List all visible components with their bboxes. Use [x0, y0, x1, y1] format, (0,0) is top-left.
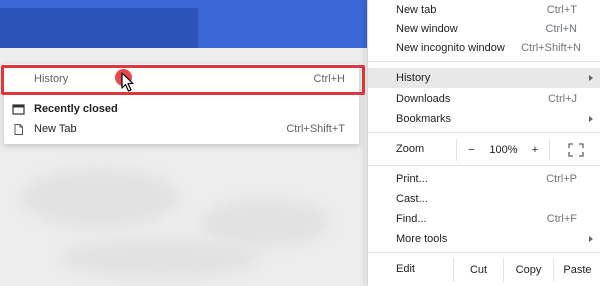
menu-item-label: Find...: [396, 213, 427, 225]
fullscreen-button[interactable]: [549, 139, 600, 161]
zoom-level: 100%: [486, 139, 521, 161]
menu-item-print[interactable]: Print... Ctrl+P: [368, 169, 600, 189]
recently-closed-heading: Recently closed: [4, 99, 359, 119]
menu-item-label: Bookmarks: [396, 113, 452, 125]
menu-item-shortcut: Ctrl+T: [546, 4, 577, 16]
menu-divider: [368, 165, 600, 166]
menu-item-downloads[interactable]: Downloads Ctrl+J: [368, 89, 600, 109]
menu-item-shortcut: Ctrl+N: [545, 23, 577, 35]
zoom-in-label: +: [531, 144, 539, 156]
menu-item-label: More tools: [396, 233, 448, 245]
zoom-label: Zoom: [396, 143, 425, 155]
zoom-in-button[interactable]: +: [521, 139, 549, 161]
menu-item-shortcut: Ctrl+P: [546, 173, 577, 185]
menu-item-shortcut: Ctrl+F: [546, 213, 577, 225]
menu-item-find[interactable]: Find... Ctrl+F: [368, 209, 600, 229]
blurred-content: [200, 198, 330, 248]
submenu-arrow-icon: [589, 75, 593, 81]
fullscreen-icon: [567, 143, 584, 157]
menu-item-more-tools[interactable]: More tools: [368, 229, 600, 249]
menu-item-new-tab[interactable]: New tab Ctrl+T: [368, 0, 600, 20]
chrome-menu: New tab Ctrl+T New window Ctrl+N New inc…: [367, 0, 600, 286]
menu-divider: [368, 61, 600, 62]
menu-divider: [368, 132, 600, 133]
menu-item-label: Print...: [396, 173, 428, 185]
zoom-out-label: −: [468, 144, 475, 156]
blurred-content: [60, 238, 260, 278]
history-submenu: History Ctrl+H Recently closed New Tab C…: [4, 64, 359, 144]
submenu-arrow-icon: [589, 236, 593, 242]
copy-label: Copy: [515, 264, 542, 276]
menu-item-new-incognito-window[interactable]: New incognito window Ctrl+Shift+N: [368, 38, 600, 58]
submenu-item-history[interactable]: History Ctrl+H: [4, 69, 359, 89]
menu-item-cast[interactable]: Cast...: [368, 189, 600, 209]
recently-closed-item[interactable]: New Tab Ctrl+Shift+T: [4, 119, 359, 139]
window-icon: [12, 103, 25, 115]
edit-controls: Edit Cut Copy Paste: [368, 258, 600, 282]
paste-label: Paste: [563, 264, 592, 276]
menu-item-label: Downloads: [396, 93, 451, 105]
menu-item-label: History: [396, 72, 431, 84]
menu-item-shortcut: Ctrl+J: [547, 93, 577, 105]
paste-button[interactable]: Paste: [553, 258, 600, 282]
cut-button[interactable]: Cut: [453, 258, 503, 282]
blurred-content: [20, 168, 180, 228]
zoom-controls: Zoom − 100% +: [368, 139, 600, 161]
menu-item-label: New incognito window: [396, 42, 505, 54]
recently-closed-item-shortcut: Ctrl+Shift+T: [286, 123, 345, 135]
submenu-arrow-icon: [589, 116, 593, 122]
recently-closed-item-label: New Tab: [34, 123, 77, 135]
edit-label: Edit: [396, 263, 415, 275]
menu-item-shortcut: Ctrl+Shift+N: [521, 42, 581, 54]
cut-label: Cut: [469, 264, 488, 276]
page-header-block: [0, 8, 198, 48]
menu-item-label: Cast...: [396, 193, 428, 205]
cursor-icon: [121, 72, 134, 92]
zoom-value: 100%: [489, 144, 518, 156]
submenu-item-label: History: [34, 73, 69, 85]
zoom-out-button[interactable]: −: [456, 139, 486, 161]
menu-divider: [368, 252, 600, 253]
menu-item-history[interactable]: History: [368, 68, 600, 88]
menu-item-label: New window: [396, 23, 458, 35]
copy-button[interactable]: Copy: [503, 258, 553, 282]
recently-closed-label: Recently closed: [34, 103, 118, 115]
menu-item-bookmarks[interactable]: Bookmarks: [368, 109, 600, 129]
menu-item-new-window[interactable]: New window Ctrl+N: [368, 19, 600, 39]
menu-item-label: New tab: [396, 4, 437, 16]
submenu-item-shortcut: Ctrl+H: [313, 73, 345, 85]
page-icon: [14, 123, 23, 135]
